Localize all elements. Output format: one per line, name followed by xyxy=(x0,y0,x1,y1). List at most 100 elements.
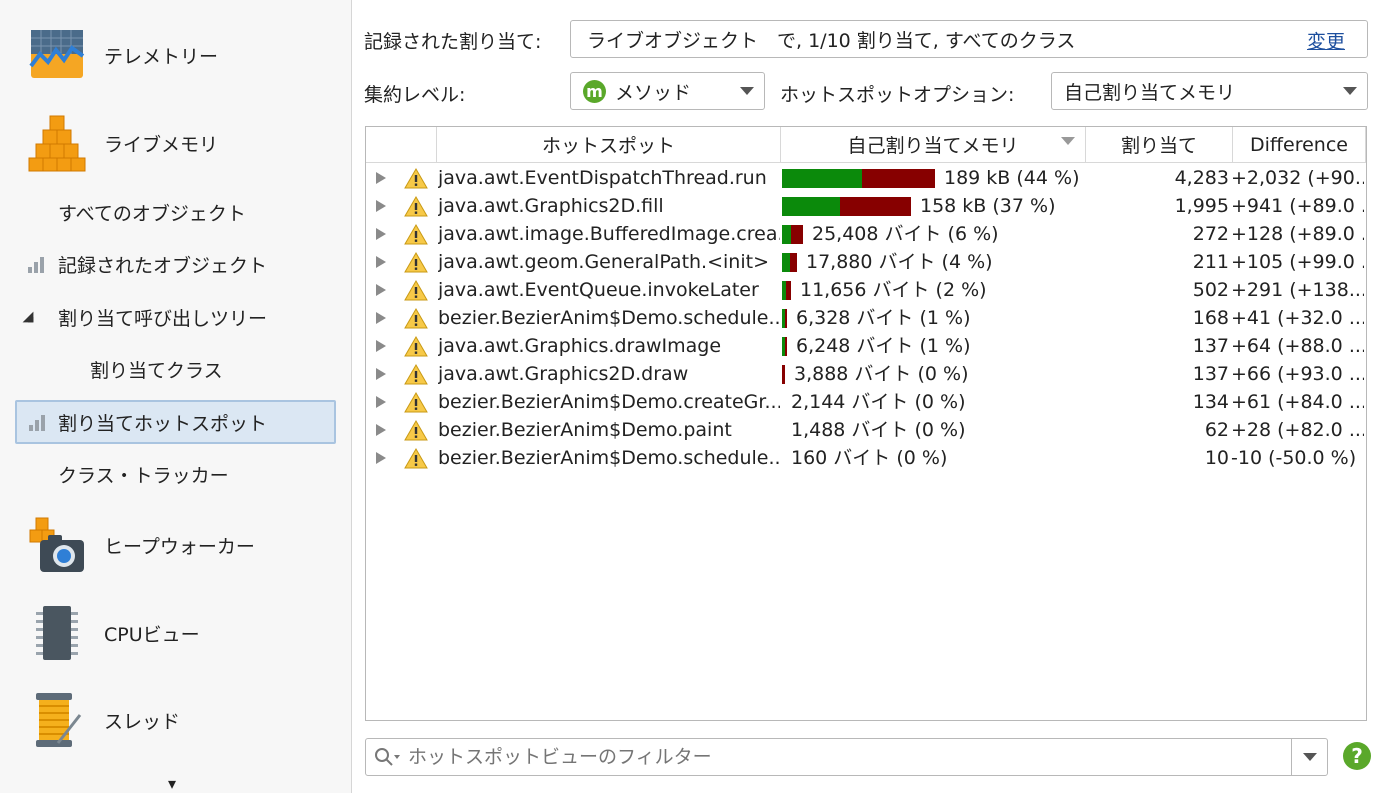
self-memory-value: 2,144 バイト (0 %) xyxy=(791,391,966,413)
heap-walker-camera-icon xyxy=(29,517,84,572)
table-row[interactable]: java.awt.EventQueue.invokeLater 11,656 バイ… xyxy=(366,276,1366,304)
column-header-blank xyxy=(366,127,437,163)
expand-arrow-icon[interactable] xyxy=(376,172,386,184)
expand-arrow-icon[interactable] xyxy=(376,312,386,324)
bar-chart-icon xyxy=(29,415,47,431)
memory-bar-green xyxy=(782,253,790,272)
table-row[interactable]: bezier.BezierAnim$Demo.schedule... 160 バイ… xyxy=(366,444,1366,472)
self-memory-value: 160 バイト (0 %) xyxy=(791,447,948,469)
memory-bar-red xyxy=(786,281,791,300)
memory-bar-red xyxy=(791,225,803,244)
warning-icon xyxy=(404,308,428,329)
nav-alloc-call-tree-label: 割り当て呼び出しツリー xyxy=(58,307,268,330)
hotspot-name: java.awt.EventDispatchThread.run xyxy=(438,167,767,189)
self-memory-value: 6,248 バイト (1 %) xyxy=(796,335,971,357)
memory-bar xyxy=(782,197,911,216)
nav-heap-walker-label: ヒープウォーカー xyxy=(104,535,255,558)
thread-spool-icon xyxy=(36,693,82,747)
nav-all-objects[interactable]: すべてのオブジェクト xyxy=(58,193,246,231)
expand-arrow-icon[interactable] xyxy=(376,396,386,408)
column-header-allocations[interactable]: 割り当て xyxy=(1086,127,1233,163)
aggregation-level-select[interactable]: m メソッド xyxy=(570,72,765,110)
table-row[interactable]: java.awt.Graphics.drawImage 6,248 バイト (1 … xyxy=(366,332,1366,360)
self-memory-value: 1,488 バイト (0 %) xyxy=(791,419,966,441)
nav-class-tracker[interactable]: クラス・トラッカー xyxy=(58,455,229,493)
difference-value: +941 (+89.0 ... xyxy=(1231,195,1364,217)
column-header-self-memory[interactable]: 自己割り当てメモリ xyxy=(781,127,1086,163)
expand-arrow-icon[interactable] xyxy=(376,284,386,296)
difference-value: +66 (+93.0 ... xyxy=(1231,363,1364,385)
sort-descending-icon xyxy=(1061,137,1075,145)
cubes-icon xyxy=(28,115,86,172)
difference-value: +105 (+99.0 ... xyxy=(1231,251,1364,273)
self-memory-value: 3,888 バイト (0 %) xyxy=(794,363,969,385)
allocations-value: 502 xyxy=(1192,279,1229,301)
column-header-allocations-label: 割り当て xyxy=(1120,135,1197,157)
change-link[interactable]: 変更 xyxy=(1307,27,1345,54)
table-row[interactable]: java.awt.EventDispatchThread.run 189 kB (… xyxy=(366,164,1366,192)
expand-arrow-icon[interactable] xyxy=(376,228,386,240)
filter-input[interactable] xyxy=(408,744,1268,770)
hotspot-options-select[interactable]: 自己割り当てメモリ xyxy=(1051,72,1368,110)
table-row[interactable]: java.awt.geom.GeneralPath.<init> 17,880 バ… xyxy=(366,248,1366,276)
table-row[interactable]: java.awt.image.BufferedImage.crea... 25,4… xyxy=(366,220,1366,248)
sidebar-more-chevron-icon[interactable]: ▾ xyxy=(168,774,176,793)
nav-live-memory[interactable]: ライブメモリ xyxy=(0,103,352,183)
table-row[interactable]: bezier.BezierAnim$Demo.schedule... 6,328 … xyxy=(366,304,1366,332)
warning-icon xyxy=(404,168,428,189)
self-memory-value: 11,656 バイト (2 %) xyxy=(800,279,987,301)
expand-arrow-icon[interactable] xyxy=(376,368,386,380)
nav-alloc-hotspots[interactable]: 割り当てホットスポット xyxy=(15,400,336,444)
main-panel: 記録された割り当て: ライブオブジェクト で, 1/10 割り当て, すべてのク… xyxy=(352,0,1379,793)
table-row[interactable]: bezier.BezierAnim$Demo.createGr... 2,144 … xyxy=(366,388,1366,416)
table-row[interactable]: java.awt.Graphics2D.fill 158 kB (37 %) 1,9… xyxy=(366,192,1366,220)
hotspot-name: bezier.BezierAnim$Demo.createGr... xyxy=(438,391,780,413)
hotspot-name: java.awt.Graphics.drawImage xyxy=(438,335,722,357)
nav-threads[interactable]: スレッド xyxy=(0,680,352,760)
filter-dropdown-button[interactable] xyxy=(1291,739,1327,775)
warning-icon xyxy=(404,196,428,217)
warning-icon xyxy=(404,280,428,301)
nav-recorded-objects-label: 記録されたオブジェクト xyxy=(58,254,268,277)
nav-recorded-objects[interactable]: 記録されたオブジェクト xyxy=(0,245,352,283)
nav-alloc-classes[interactable]: 割り当てクラス xyxy=(90,350,223,388)
memory-bar xyxy=(782,169,935,188)
warning-icon xyxy=(404,224,428,245)
nav-cpu-views[interactable]: CPUビュー xyxy=(0,593,352,673)
expand-arrow-icon[interactable] xyxy=(376,452,386,464)
hotspot-name: bezier.BezierAnim$Demo.schedule... xyxy=(438,307,780,329)
warning-icon xyxy=(404,420,428,441)
expand-arrow-icon[interactable] xyxy=(376,256,386,268)
hotspots-table: ホットスポット 自己割り当てメモリ 割り当て Difference java.a… xyxy=(365,126,1367,721)
nav-threads-label: スレッド xyxy=(104,710,181,733)
difference-value: +61 (+84.0 ... xyxy=(1231,391,1364,413)
chevron-down-icon xyxy=(740,87,754,95)
expand-arrow-icon[interactable] xyxy=(376,424,386,436)
column-header-difference-label: Difference xyxy=(1250,133,1348,156)
warning-icon xyxy=(404,252,428,273)
allocations-value: 10 xyxy=(1204,447,1229,469)
warning-icon xyxy=(404,336,428,357)
hotspot-filter[interactable] xyxy=(365,738,1328,776)
expand-arrow-icon[interactable] xyxy=(376,200,386,212)
expand-arrow-icon[interactable] xyxy=(376,340,386,352)
nav-telemetry[interactable]: テレメトリー xyxy=(0,15,352,95)
nav-heap-walker[interactable]: ヒープウォーカー xyxy=(0,505,352,585)
nav-alloc-call-tree[interactable]: 割り当て呼び出しツリー xyxy=(0,298,352,336)
table-row[interactable]: bezier.BezierAnim$Demo.paint 1,488 バイト (0… xyxy=(366,416,1366,444)
column-header-hotspot[interactable]: ホットスポット xyxy=(437,127,781,163)
allocations-value: 211 xyxy=(1192,251,1229,273)
nav-all-objects-label: すべてのオブジェクト xyxy=(58,202,246,225)
hotspot-name: java.awt.EventQueue.invokeLater xyxy=(438,279,759,301)
table-row[interactable]: java.awt.Graphics2D.draw 3,888 バイト (0 %) 1… xyxy=(366,360,1366,388)
memory-bar-red xyxy=(785,337,787,356)
column-header-hotspot-label: ホットスポット xyxy=(541,135,675,157)
help-icon[interactable]: ? xyxy=(1343,742,1371,770)
sidebar: テレメトリー ライブメモリ すべてのオブジェクト 記録されたオブジェクト 割り当… xyxy=(0,0,352,793)
difference-value: +291 (+138.... xyxy=(1231,279,1364,301)
column-header-difference[interactable]: Difference xyxy=(1233,127,1366,163)
memory-bar xyxy=(782,281,791,300)
memory-bar xyxy=(782,225,803,244)
collapse-triangle-icon[interactable] xyxy=(22,311,34,323)
memory-bar-green xyxy=(782,169,862,188)
